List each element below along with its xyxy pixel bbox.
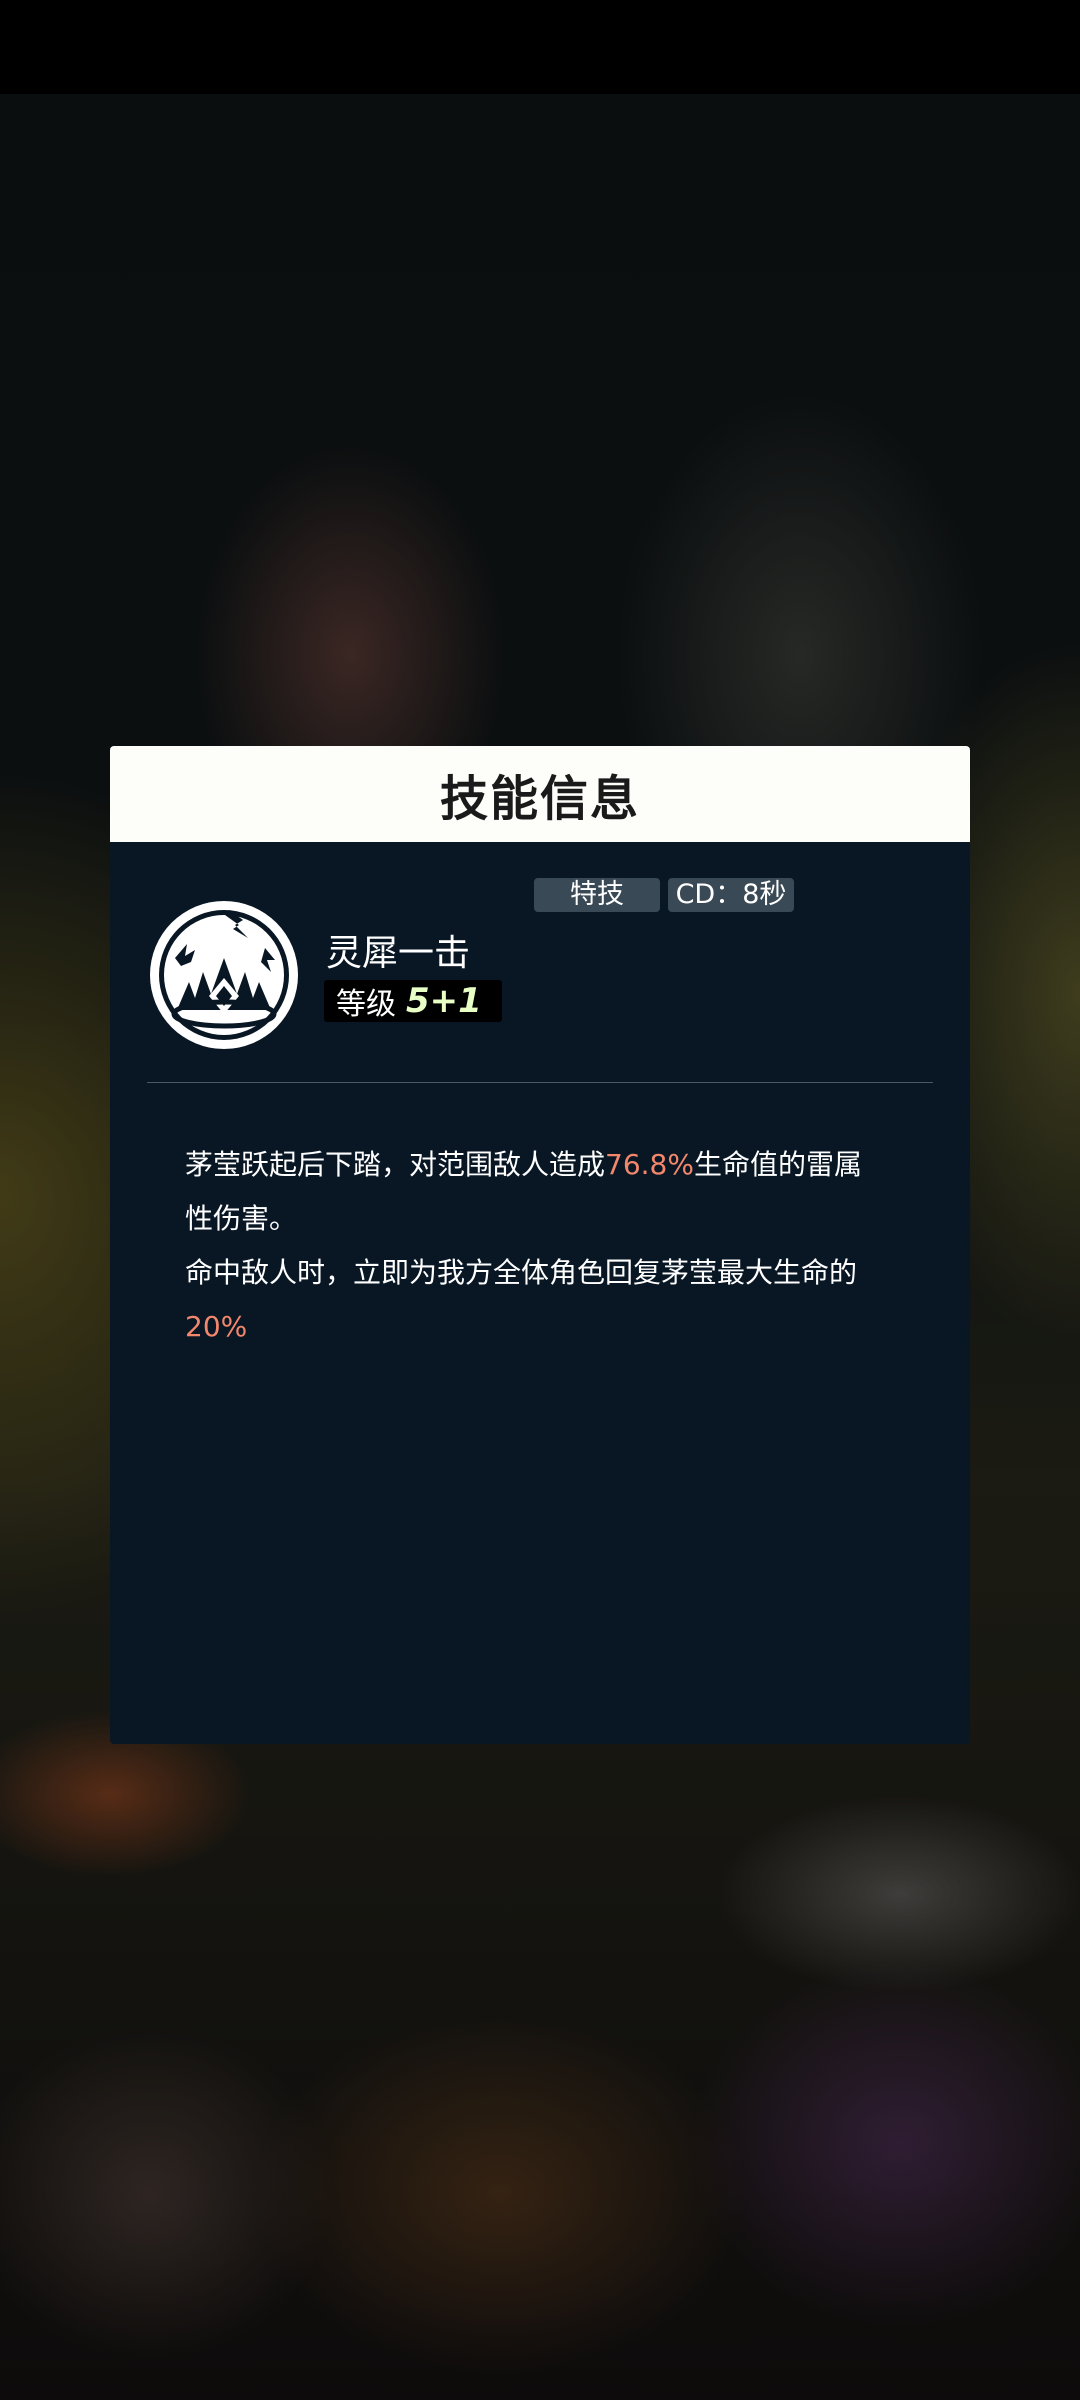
screen: 技能信息 特技 CD：8秒 灵犀一击 等级 5+1 茅莹跃起后下踏，对范围敌人造… <box>0 0 1080 2400</box>
damage-percent-value: 76.8% <box>605 1148 694 1181</box>
description-text: 命中敌人时，立即为我方全体角色回复茅莹最大生命的 <box>185 1256 858 1289</box>
skill-level-badge: 等级 5+1 <box>324 980 502 1022</box>
dialog-body: 特技 CD：8秒 灵犀一击 等级 5+1 茅莹跃起后下踏，对范围敌人造成76.8… <box>110 842 970 1744</box>
description-text: 茅莹跃起后下踏，对范围敌人造成 <box>185 1148 606 1181</box>
divider <box>147 1082 933 1083</box>
heal-percent-value: 20% <box>185 1310 248 1343</box>
dialog-header: 技能信息 <box>110 746 970 842</box>
level-value: 5+1 <box>406 981 482 1021</box>
dialog-title: 技能信息 <box>439 771 640 827</box>
skill-info-dialog: 技能信息 特技 CD：8秒 灵犀一击 等级 5+1 茅莹跃起后下踏，对范围敌人造… <box>110 746 970 1744</box>
skill-emblem-icon <box>147 898 301 1052</box>
skill-name: 灵犀一击 <box>326 933 471 974</box>
level-label: 等级 <box>336 987 396 1022</box>
description-paragraph-1: 茅莹跃起后下踏，对范围敌人造成76.8%生命值的雷属性伤害。 <box>185 1138 865 1246</box>
description-paragraph-2: 命中敌人时，立即为我方全体角色回复茅莹最大生命的 20% <box>185 1246 865 1354</box>
cooldown-tag: CD：8秒 <box>668 878 794 912</box>
skill-description: 茅莹跃起后下踏，对范围敌人造成76.8%生命值的雷属性伤害。 命中敌人时，立即为… <box>185 1138 865 1354</box>
status-bar <box>0 0 1080 94</box>
skill-type-tag: 特技 <box>534 878 660 912</box>
